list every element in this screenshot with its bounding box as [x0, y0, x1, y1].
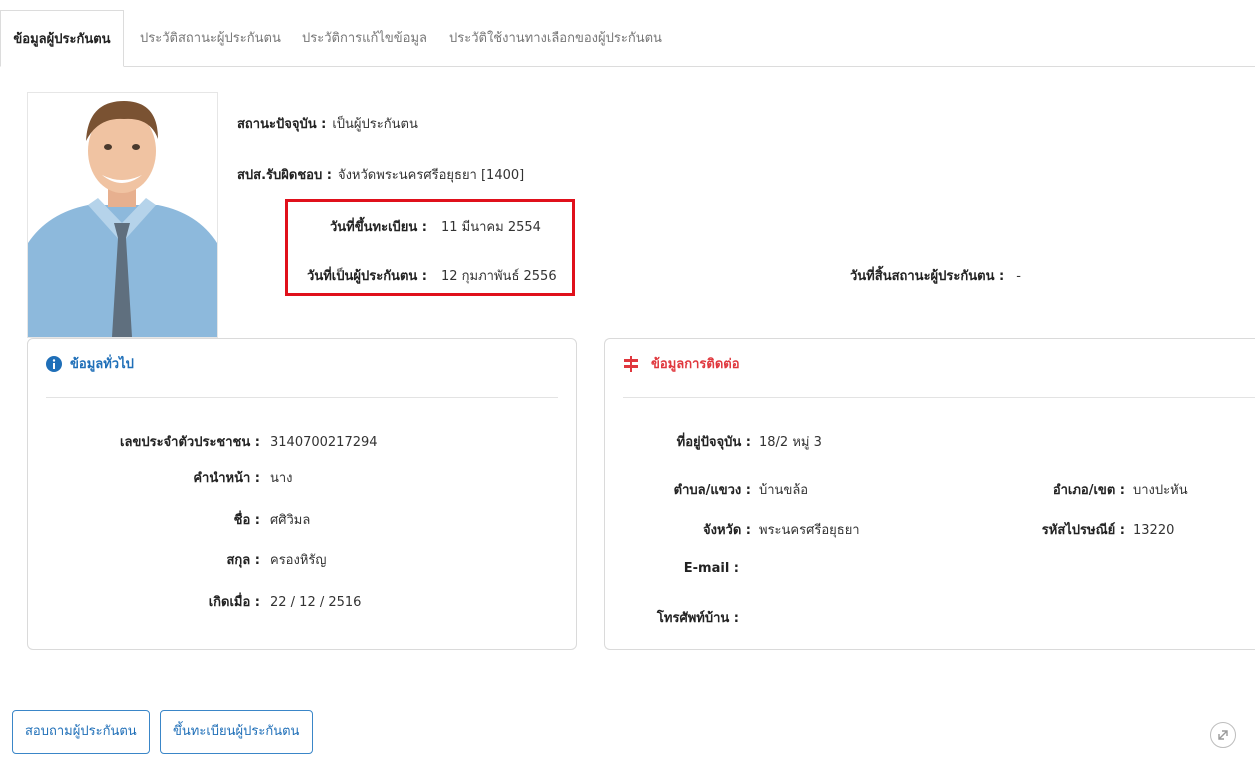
field-district: อำเภอ/เขต : บางปะหัน [995, 479, 1188, 500]
field-subdistrict: ตำบล/แขวง : บ้านขล้อ [625, 479, 808, 500]
dates-highlight-box [285, 199, 575, 296]
surname-value: ครองหิรัญ [270, 553, 327, 568]
general-info-header: ข้อมูลทั่วไป [46, 353, 134, 374]
address-value: 18/2 หมู่ 3 [759, 435, 822, 450]
province-value: พระนครศรีอยุธยา [759, 523, 860, 538]
subdistrict-label: ตำบล/แขวง : [673, 483, 751, 498]
contact-info-card: ข้อมูลการติดต่อ ที่อยู่ปัจจุบัน : 18/2 หม… [604, 338, 1255, 650]
prefix-label: คำนำหน้า : [193, 471, 260, 486]
tab-edit-history[interactable]: ประวัติการแก้ไขข้อมูล [302, 10, 427, 67]
field-first-name: ชื่อ : ศศิวิมล [48, 509, 311, 530]
province-label: จังหวัด : [702, 523, 751, 538]
register-insured-button[interactable]: ขึ้นทะเบียนผู้ประกันตน [160, 710, 313, 754]
postcode-value: 13220 [1133, 523, 1175, 538]
insured-end-value: - [1016, 269, 1021, 284]
email-label: E-mail : [683, 561, 739, 576]
surname-label: สกุล : [226, 553, 261, 568]
prefix-value: นาง [270, 471, 293, 486]
district-label: อำเภอ/เขต : [1052, 483, 1125, 498]
tab-status-history[interactable]: ประวัติสถานะผู้ประกันตน [140, 10, 281, 67]
birthdate-label: เกิดเมื่อ : [208, 595, 260, 610]
birthdate-value: 22 / 12 / 2516 [270, 595, 362, 610]
first-name-value: ศศิวิมล [270, 513, 311, 528]
citizen-id-label: เลขประจำตัวประชาชน : [120, 435, 260, 450]
current-status-label: สถานะปัจจุบัน : [237, 117, 327, 132]
address-label: ที่อยู่ปัจจุบัน : [676, 435, 751, 450]
signpost-icon [623, 355, 639, 372]
citizen-id-value: 3140700217294 [270, 435, 378, 450]
current-status-row: สถานะปัจจุบัน : เป็นผู้ประกันตน [237, 113, 418, 134]
responsible-office-row: สปส.รับผิดชอบ : จังหวัดพระนครศรีอยุธยา [1… [237, 164, 524, 185]
insured-end-label: วันที่สิ้นสถานะผู้ประกันตน : [850, 269, 1005, 284]
general-info-divider [46, 397, 558, 398]
general-info-title: ข้อมูลทั่วไป [70, 357, 134, 372]
responsible-office-label: สปส.รับผิดชอบ : [237, 168, 332, 183]
insured-photo [27, 92, 218, 338]
subdistrict-value: บ้านขล้อ [759, 483, 809, 498]
field-address: ที่อยู่ปัจจุบัน : 18/2 หมู่ 3 [625, 431, 822, 452]
tab-bar: ข้อมูลผู้ประกันตน ประวัติสถานะผู้ประกันต… [0, 0, 1255, 67]
contact-info-header: ข้อมูลการติดต่อ [623, 353, 740, 374]
field-home-phone: โทรศัพท์บ้าน : [625, 607, 747, 628]
tab-divider [124, 66, 1255, 67]
field-province: จังหวัด : พระนครศรีอยุธยา [625, 519, 860, 540]
contact-info-title: ข้อมูลการติดต่อ [651, 357, 740, 372]
district-value: บางปะหัน [1133, 483, 1188, 498]
tab-option-history[interactable]: ประวัติใช้งานทางเลือกของผู้ประกันตน [449, 10, 662, 67]
field-citizen-id: เลขประจำตัวประชาชน : 3140700217294 [48, 431, 378, 452]
first-name-label: ชื่อ : [233, 513, 260, 528]
expand-icon[interactable] [1210, 722, 1236, 748]
field-postcode: รหัสไปรษณีย์ : 13220 [995, 519, 1175, 540]
field-birthdate: เกิดเมื่อ : 22 / 12 / 2516 [48, 591, 362, 612]
contact-info-divider [623, 397, 1255, 398]
home-phone-label: โทรศัพท์บ้าน : [656, 611, 739, 626]
field-surname: สกุล : ครองหิรัญ [48, 549, 327, 570]
field-prefix: คำนำหน้า : นาง [48, 467, 293, 488]
tab-insured-info[interactable]: ข้อมูลผู้ประกันตน [0, 10, 124, 67]
inquire-insured-button[interactable]: สอบถามผู้ประกันตน [12, 710, 150, 754]
general-info-card: ข้อมูลทั่วไป เลขประจำตัวประชาชน : 3140700… [27, 338, 577, 650]
postcode-label: รหัสไปรษณีย์ : [1041, 523, 1125, 538]
field-email: E-mail : [625, 561, 747, 576]
current-status-value: เป็นผู้ประกันตน [332, 117, 418, 132]
info-circle-icon [46, 355, 62, 372]
insured-end-row: วันที่สิ้นสถานะผู้ประกันตน :- [850, 265, 1021, 286]
responsible-office-value: จังหวัดพระนครศรีอยุธยา [1400] [337, 168, 525, 183]
